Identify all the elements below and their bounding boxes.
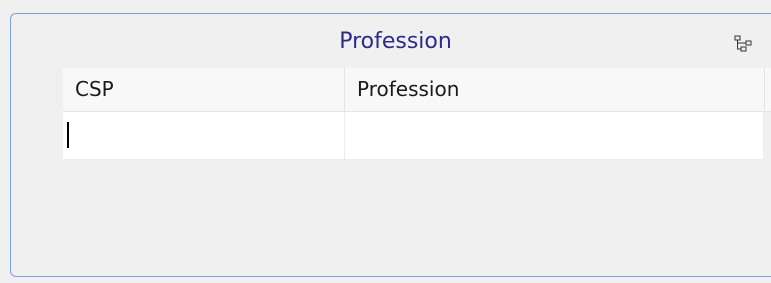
- table-row[interactable]: [63, 112, 763, 160]
- grid-header: CSP Profession: [63, 68, 771, 112]
- csp-cell-input[interactable]: [63, 112, 345, 159]
- column-header-csp[interactable]: CSP: [63, 68, 345, 111]
- column-header-profession[interactable]: Profession: [345, 68, 765, 111]
- profession-cell[interactable]: [345, 112, 763, 159]
- text-caret: [67, 122, 69, 148]
- tree-structure-icon[interactable]: [734, 35, 754, 53]
- profession-panel: Profession CSP Profession: [10, 13, 771, 277]
- panel-title: Profession: [339, 29, 452, 54]
